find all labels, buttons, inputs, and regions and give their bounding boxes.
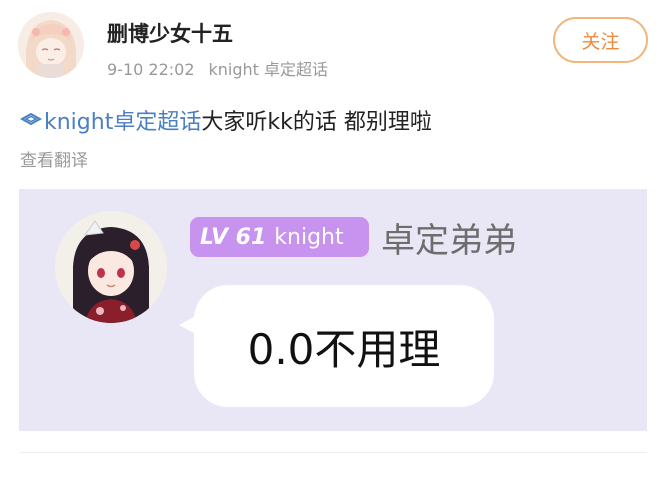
anime-girl-avatar-icon [18,12,84,78]
post-timestamp: 9-10 22:02 [107,60,195,79]
super-topic-icon [20,112,42,126]
divider [19,452,647,453]
role-name: 卓定弟弟 [381,221,517,261]
author-avatar[interactable] [18,12,84,78]
author-name[interactable]: 删博少女十五 [107,18,233,48]
badge-name: knight [274,224,344,250]
speech-bubble: 0.0不用理 [194,285,494,407]
post-content: knight卓定超话 大家听kk的话 都别理啦 [20,104,432,136]
topic-link[interactable]: knight卓定超话 [20,104,201,136]
post-text: 大家听kk的话 都别理啦 [201,110,432,135]
translate-link[interactable]: 查看翻译 [20,146,88,171]
level-label: LV 61 [200,224,267,250]
character-portrait-icon [55,211,167,323]
post-meta: 9-10 22:02 knight 卓定超话 [107,56,328,80]
post-source[interactable]: knight 卓定超话 [209,60,329,79]
topic-label: knight卓定超话 [44,110,202,135]
level-badge: LV 61 knight [190,217,369,257]
bubble-message: 0.0不用理 [247,324,441,374]
character-avatar [55,211,167,323]
follow-button[interactable]: 关注 [553,17,648,63]
post-image[interactable]: LV 61 knight 卓定弟弟 0.0不用理 [19,189,647,431]
